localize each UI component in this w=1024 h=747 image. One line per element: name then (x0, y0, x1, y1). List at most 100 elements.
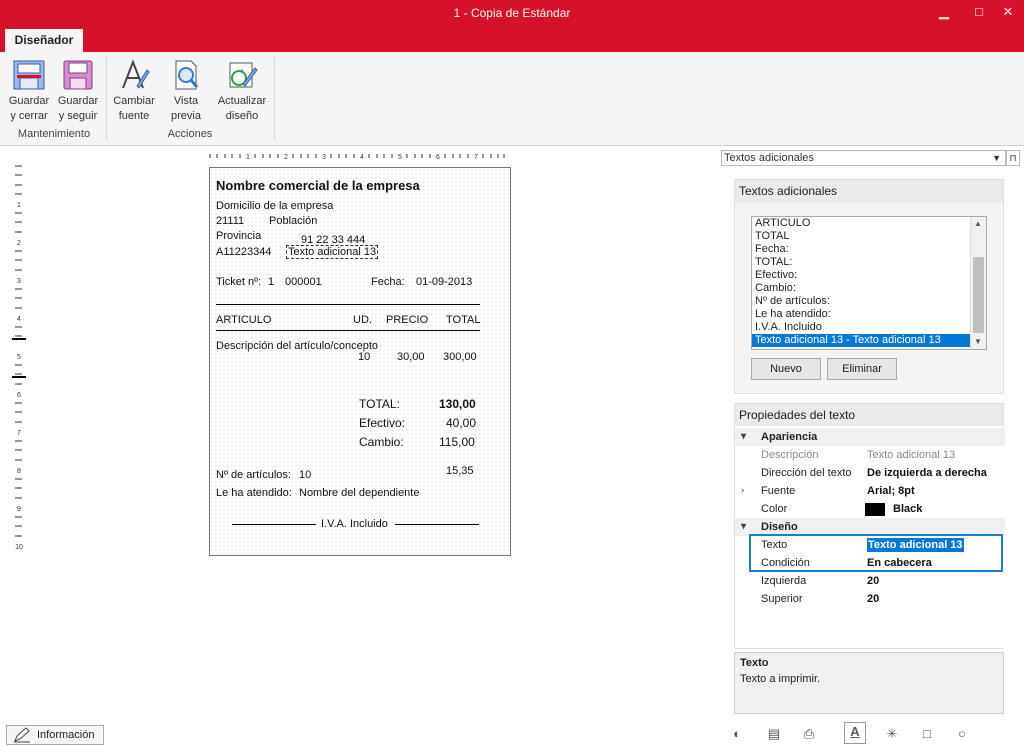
prop-description[interactable]: Descripción Texto adicional 13 (735, 446, 1005, 464)
info-button[interactable]: Información (6, 725, 104, 745)
col-price[interactable]: PRECIO (386, 314, 428, 326)
date-value[interactable]: 01-09-2013 (416, 276, 472, 288)
group-acciones: Acciones (167, 128, 213, 140)
list-item[interactable]: TOTAL (752, 230, 986, 243)
col-units[interactable]: UD. (353, 314, 372, 326)
line-tool-icon[interactable]: ✳ (883, 725, 901, 743)
company-name[interactable]: Nombre comercial de la empresa (216, 178, 420, 193)
cash-value[interactable]: 40,00 (446, 416, 476, 430)
palette-icon[interactable]: ◐ (728, 725, 746, 743)
margin-marker[interactable] (12, 338, 26, 340)
prop-label: Descripción (761, 449, 819, 461)
change-font-button[interactable]: Cambiar fuente (110, 56, 158, 124)
list-item[interactable]: TOTAL: (752, 256, 986, 269)
company-nif[interactable]: A11223344 (216, 246, 271, 258)
prop-direction[interactable]: Dirección del texto De izquierda a derec… (735, 464, 1005, 482)
ruler-top-label: 7 (474, 154, 478, 160)
list-item[interactable]: Cambio: (752, 282, 986, 295)
highlight-box (749, 534, 1003, 572)
preview-button[interactable]: Vista previa (162, 56, 210, 124)
ticket-series[interactable]: 1 (268, 276, 274, 288)
update-design-button[interactable]: Actualizar diseño (214, 56, 270, 124)
nitems-value[interactable]: 10 (299, 469, 311, 481)
chevron-right-icon[interactable]: › (741, 482, 744, 500)
extra-text-selected[interactable]: Texto adicional 13 (286, 245, 379, 259)
scroll-thumb[interactable] (973, 257, 984, 333)
save-continue-icon (63, 60, 93, 90)
prop-value[interactable]: Black (893, 500, 922, 518)
tab-disenador[interactable]: Diseñador (5, 29, 83, 52)
served-label[interactable]: Le ha atendido: (216, 487, 292, 499)
delete-button[interactable]: Eliminar (827, 358, 897, 380)
prop-value[interactable]: De izquierda a derecha (867, 464, 987, 482)
separator-line[interactable] (216, 304, 480, 305)
list-item[interactable]: I.V.A. Incluido (752, 321, 986, 334)
rectangle-tool-icon[interactable]: □ (918, 725, 936, 743)
prop-top[interactable]: Superior 20 (735, 590, 1005, 608)
update-design-label1: Actualizar (217, 95, 267, 107)
company-province[interactable]: Provincia (216, 230, 261, 242)
list-item[interactable]: Efectivo: (752, 269, 986, 282)
list-item[interactable]: Fecha: (752, 243, 986, 256)
col-total[interactable]: TOTAL (446, 314, 480, 326)
printer-icon[interactable]: ⎙ (800, 725, 818, 743)
maximize-button[interactable]: □ (963, 0, 995, 28)
date-label[interactable]: Fecha: (371, 276, 405, 288)
total-value[interactable]: 130,00 (439, 397, 476, 411)
document-icon[interactable]: ▤ (765, 725, 783, 743)
chevron-down-icon[interactable]: ▾ (741, 428, 746, 446)
list-item-selected[interactable]: Texto adicional 13 - Texto adicional 13 (752, 334, 986, 347)
circle-tool-icon[interactable]: ○ (953, 725, 971, 743)
served-value[interactable]: Nombre del dependiente (299, 487, 419, 499)
company-address[interactable]: Domicilio de la empresa (216, 200, 333, 212)
change-value[interactable]: 115,00 (439, 435, 475, 449)
list-item[interactable]: ARTICULO (752, 217, 986, 230)
ticket-design[interactable]: Nombre comercial de la empresa Domicilio… (209, 167, 511, 556)
panel-selector[interactable]: Textos adicionales ▼ (721, 150, 1006, 166)
prop-color[interactable]: Color Black (735, 500, 1005, 518)
prop-value[interactable]: 20 (867, 590, 879, 608)
company-zip[interactable]: 21111 (216, 215, 244, 227)
prop-value[interactable]: 20 (867, 572, 879, 590)
ticket-label[interactable]: Ticket nº: (216, 276, 261, 288)
col-article[interactable]: ARTICULO (216, 314, 271, 326)
list-item[interactable]: Le ha atendido: (752, 308, 986, 321)
design-canvas: 1 2 3 4 5 6 7 1 2 3 4 5 6 7 8 9 10 Nombr… (0, 146, 716, 718)
new-button[interactable]: Nuevo (751, 358, 821, 380)
pin-icon[interactable]: ⊓ (1006, 150, 1020, 166)
item-description[interactable]: Descripción del artículo/concepto (216, 340, 378, 352)
list-item[interactable]: Nº de artículos: (752, 295, 986, 308)
total-label[interactable]: TOTAL: (359, 397, 400, 411)
chevron-down-icon[interactable]: ▾ (741, 518, 746, 536)
scroll-up-icon[interactable]: ▲ (974, 219, 982, 228)
prop-value[interactable]: Arial; 8pt (867, 482, 915, 500)
extra-number[interactable]: 15,35 (446, 465, 474, 477)
color-swatch[interactable] (865, 503, 885, 516)
close-button[interactable]: ✕ (992, 0, 1024, 28)
separator-line[interactable] (216, 330, 480, 331)
additional-texts-header: Textos adicionales (735, 180, 1003, 202)
prop-left[interactable]: Izquierda 20 (735, 572, 1005, 590)
text-tool-icon[interactable]: A (844, 722, 866, 744)
prop-font[interactable]: › Fuente Arial; 8pt (735, 482, 1005, 500)
category-appearance[interactable]: ▾ Apariencia (735, 428, 1005, 446)
company-city[interactable]: Población (269, 215, 317, 227)
list-scrollbar[interactable]: ▲ ▼ (970, 217, 986, 349)
item-price[interactable]: 30,00 (397, 351, 425, 363)
prop-label: Izquierda (761, 575, 807, 587)
ticket-number[interactable]: 000001 (285, 276, 322, 288)
item-units[interactable]: 10 (358, 351, 370, 363)
vat-line-right[interactable] (395, 524, 479, 525)
additional-texts-list[interactable]: ARTICULO TOTAL Fecha: TOTAL: Efectivo: C… (751, 216, 987, 350)
minimize-button[interactable]: ▁ (928, 0, 960, 28)
margin-marker[interactable] (12, 376, 26, 378)
nitems-label[interactable]: Nº de artículos: (216, 469, 291, 481)
cash-label[interactable]: Efectivo: (359, 416, 405, 430)
vat-line-left[interactable] (232, 524, 316, 525)
change-label[interactable]: Cambio: (359, 435, 404, 449)
scroll-down-icon[interactable]: ▼ (974, 337, 982, 346)
save-close-button[interactable]: Guardar y cerrar (4, 56, 54, 124)
item-total[interactable]: 300,00 (443, 351, 477, 363)
save-continue-button[interactable]: Guardar y seguir (54, 56, 102, 124)
vat-note[interactable]: I.V.A. Incluido (321, 518, 388, 530)
